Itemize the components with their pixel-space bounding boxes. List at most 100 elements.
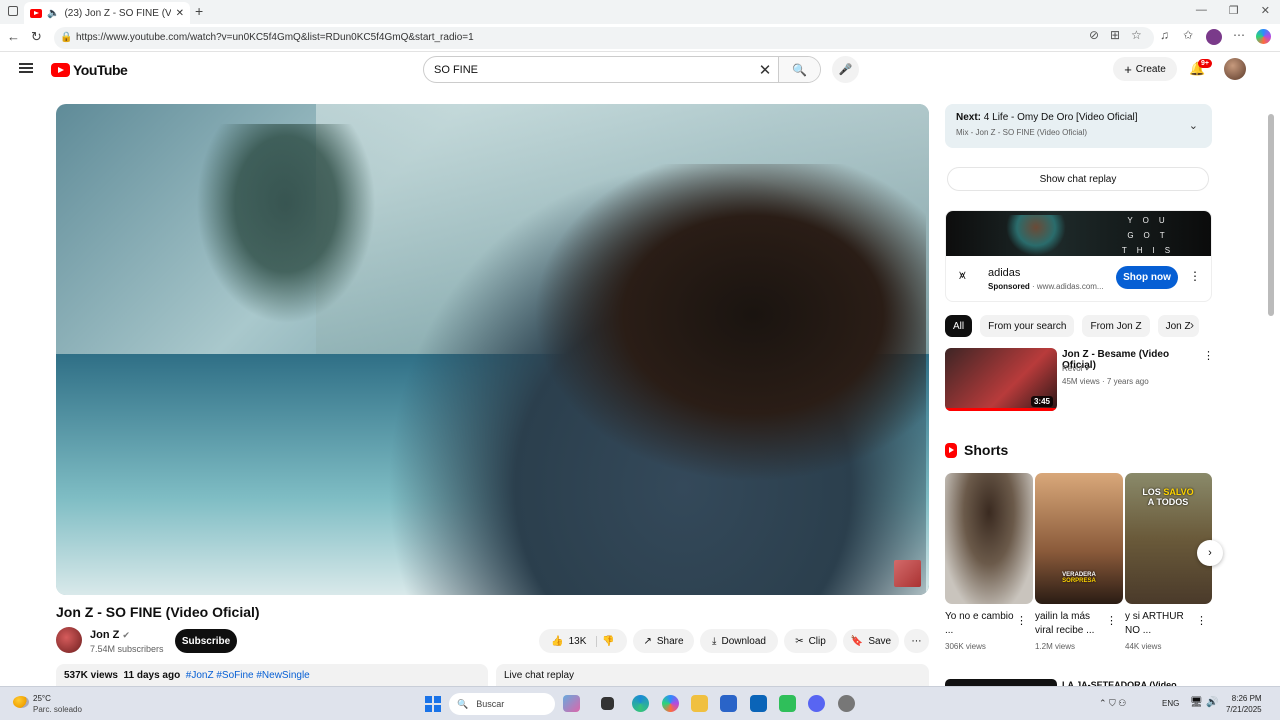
restore-icon[interactable]: ❐ (1229, 4, 1239, 17)
ad-more-icon[interactable]: ⋮ (1189, 269, 1201, 283)
chevron-right-icon[interactable]: › (1190, 318, 1194, 332)
search-input[interactable] (424, 57, 752, 82)
chevron-down-icon[interactable]: ⌄ (1189, 119, 1198, 132)
channel-avatar[interactable] (56, 627, 82, 653)
live-chat-replay-header[interactable]: Live chat replay (496, 664, 929, 686)
edge-app-icon[interactable] (632, 695, 649, 712)
live-chat-label: Live chat replay (504, 670, 575, 681)
logo-text: YouTube (73, 62, 128, 78)
short-thumbnail-3[interactable]: LOS SALVO A TODOS (1125, 473, 1212, 604)
short-more-icon-2[interactable]: ⋮ (1106, 614, 1117, 627)
more-horizontal-icon: ⋯ (911, 635, 922, 647)
short-2-caption: VERADERA SORPRESA (1043, 572, 1115, 584)
rec-channel[interactable]: Revol ✔ (1062, 364, 1091, 373)
voice-search-button[interactable]: 🎤 (832, 56, 859, 83)
subscribe-button[interactable]: Subscribe (175, 629, 237, 653)
close-window-icon[interactable]: ✕ (1261, 4, 1270, 17)
reload-icon[interactable]: ↻ (31, 29, 42, 45)
short-title-1[interactable]: Yo no e cambio ... (945, 610, 1017, 638)
copilot-app-icon[interactable] (662, 695, 679, 712)
split-screen-icon[interactable]: ⊞ (1110, 28, 1120, 42)
minimize-icon[interactable]: — (1196, 4, 1207, 17)
short-thumbnail-2[interactable]: VERADERA SORPRESA (1035, 473, 1123, 604)
browser-tabbar: 🔈 (23) Jon Z - SO FINE (Video Oficial) ✕… (0, 0, 1280, 24)
close-tab-icon[interactable]: ✕ (176, 8, 184, 19)
widgets-app-icon[interactable] (563, 695, 580, 712)
browser-essentials-icon[interactable]: ♫ (1160, 28, 1169, 42)
discord-app-icon[interactable] (808, 695, 825, 712)
copilot-icon[interactable] (1256, 29, 1271, 44)
favorites-icon[interactable]: ✩ (1183, 28, 1193, 42)
description-box[interactable]: 537K views 11 days ago #JonZ #SoFine #Ne… (56, 664, 488, 686)
profile-icon[interactable] (1206, 29, 1222, 45)
download-label: Download (721, 635, 766, 647)
start-button[interactable] (425, 696, 441, 712)
save-label: Save (868, 635, 892, 647)
playlist-next-panel[interactable]: Next: 4 Life - Omy De Oro [Video Oficial… (945, 104, 1212, 148)
chip-from-jon-z[interactable]: From Jon Z (1082, 315, 1150, 337)
rec-thumbnail[interactable]: 3:45 (945, 348, 1057, 411)
network-icon[interactable]: 🖥 (1190, 697, 1203, 708)
more-menu-icon[interactable]: ⋯ (1233, 28, 1245, 42)
shorts-next-button[interactable]: › (1197, 540, 1223, 566)
account-avatar[interactable] (1224, 58, 1246, 80)
clip-button[interactable]: ✂ Clip (784, 629, 837, 653)
chip-all[interactable]: All (945, 315, 973, 337)
clock[interactable]: 8:26 PM 7/21/2025 (1226, 693, 1262, 715)
menu-icon[interactable] (19, 63, 33, 73)
volume-icon[interactable]: 🔊 (1206, 697, 1218, 708)
short-title-2[interactable]: yailin la más viral recibe ... (1035, 610, 1107, 638)
settings-app-icon[interactable] (838, 695, 855, 712)
save-button[interactable]: 🔖 Save (843, 629, 899, 653)
create-button[interactable]: + Create (1113, 57, 1177, 81)
youtube-logo[interactable]: YouTube (51, 62, 128, 78)
short-thumbnail-1[interactable] (945, 473, 1033, 604)
plus-icon: + (1124, 61, 1132, 77)
new-tab-button[interactable]: + (195, 3, 203, 19)
system-tray-icons[interactable]: ⌃ ⛉ ⚇ (1099, 698, 1126, 709)
file-explorer-icon[interactable] (691, 695, 708, 712)
back-icon[interactable]: ← (7, 29, 20, 44)
sponsored-ad[interactable]: YOU GOT THIS ⩙ adidas Sponsored · www.ad… (945, 210, 1212, 302)
tab-actions-icon[interactable] (8, 6, 18, 16)
channel-watermark[interactable] (894, 560, 921, 587)
clear-search-icon[interactable]: ✕ (752, 61, 778, 79)
dislike-button[interactable]: 👎 (602, 636, 614, 647)
language-indicator[interactable]: ENG (1162, 699, 1179, 708)
browser-tab[interactable]: 🔈 (23) Jon Z - SO FINE (Video Oficial) ✕ (24, 2, 190, 24)
store-app-icon[interactable] (720, 695, 737, 712)
rec-duration: 3:45 (1030, 396, 1053, 407)
youtube-favicon-icon (30, 8, 42, 18)
task-view-icon[interactable] (601, 697, 614, 710)
short-views-3: 44K views (1125, 642, 1162, 651)
rec-more-icon[interactable]: ⋮ (1203, 349, 1214, 362)
more-actions-button[interactable]: ⋯ (904, 629, 929, 653)
outlook-app-icon[interactable] (750, 695, 767, 712)
favorite-star-icon[interactable]: ☆ (1131, 28, 1142, 42)
window-controls: — ❐ ✕ (1196, 4, 1270, 17)
chip-from-your-search[interactable]: From your search (980, 315, 1075, 337)
speaker-icon[interactable]: 🔈 (47, 8, 59, 19)
weather-icon[interactable] (13, 696, 29, 708)
site-info-icon[interactable]: 🔒 (60, 32, 72, 43)
ad-banner[interactable]: YOU GOT THIS (946, 211, 1211, 256)
like-button[interactable]: 👍 13K (551, 635, 598, 647)
search-button[interactable]: 🔍 (778, 57, 820, 82)
url-field[interactable]: 🔒 https://www.youtube.com/watch?v=un0KC5… (54, 27, 1154, 49)
video-player[interactable] (56, 104, 929, 595)
short-more-icon-3[interactable]: ⋮ (1196, 614, 1207, 627)
extension-icon[interactable]: ⊘ (1089, 28, 1099, 42)
taskbar-search[interactable]: 🔍 Buscar (449, 693, 555, 715)
shop-now-button[interactable]: Shop now (1116, 266, 1178, 289)
whatsapp-app-icon[interactable] (779, 695, 796, 712)
short-title-3[interactable]: y si ARTHUR NO ... (1125, 610, 1197, 638)
page-scrollbar[interactable] (1268, 114, 1274, 316)
adidas-logo-icon: ⩙ (959, 268, 966, 282)
short-more-icon-1[interactable]: ⋮ (1016, 614, 1027, 627)
thumbs-down-icon: 👎 (602, 635, 615, 647)
show-chat-replay-button[interactable]: Show chat replay (947, 167, 1209, 191)
share-button[interactable]: ↗ Share (633, 629, 694, 653)
download-button[interactable]: ⤓ Download (700, 629, 778, 653)
hashtags[interactable]: #JonZ #SoFine #NewSingle (186, 670, 310, 681)
channel-name[interactable]: Jon Z ✔ (90, 629, 130, 641)
